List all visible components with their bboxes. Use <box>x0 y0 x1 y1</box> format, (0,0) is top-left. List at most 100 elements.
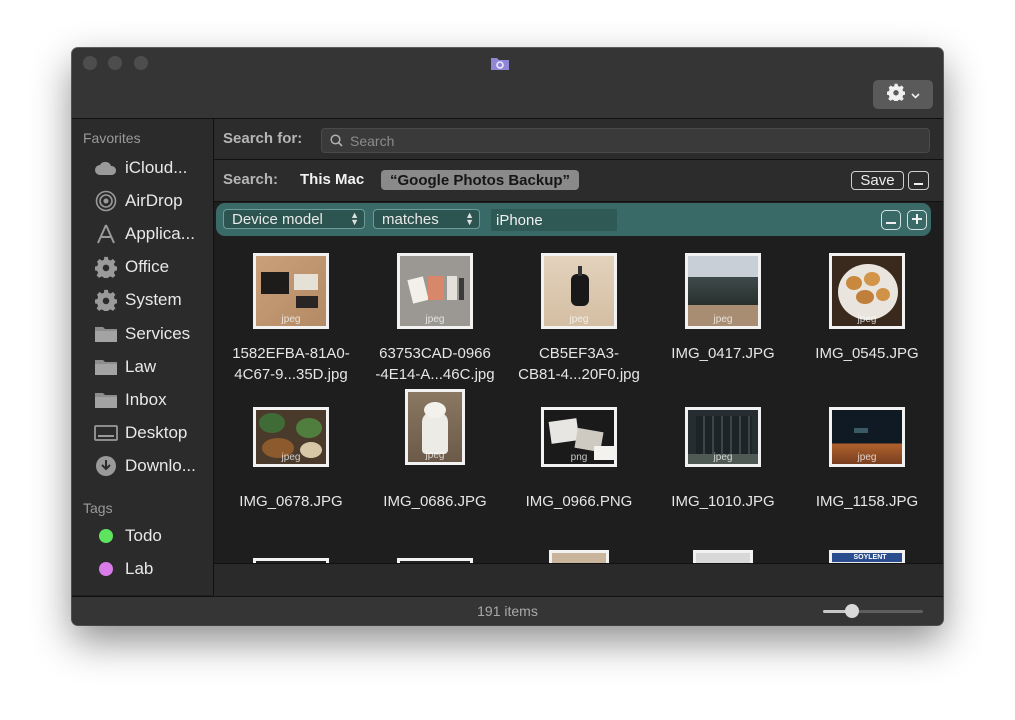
remove-search-button[interactable] <box>908 171 929 190</box>
sidebar-item-icloud[interactable]: iCloud... <box>94 155 187 181</box>
file-item[interactable]: jpeg IMG_1158.JPG <box>795 387 939 517</box>
file-name: IMG_0966.PNG <box>525 493 633 510</box>
action-menu-button[interactable] <box>873 80 933 109</box>
icon-size-slider[interactable] <box>823 604 923 618</box>
item-count: 191 items <box>477 603 538 619</box>
file-type-label: jpeg <box>713 314 733 325</box>
sidebar-item-services[interactable]: Services <box>94 321 190 347</box>
status-bar: 191 items <box>72 596 943 625</box>
cloud-icon <box>94 157 118 179</box>
search-criteria-rule: Device model ▲ ▼ matches ▲ ▼ iPhone <box>216 203 931 236</box>
minus-icon <box>914 172 923 190</box>
soylent-label: SOYLENT <box>832 553 902 562</box>
applications-icon <box>94 223 118 245</box>
file-thumbnail: jpeg <box>829 407 905 467</box>
sidebar-item-desktop[interactable]: Desktop <box>94 420 187 446</box>
search-icon <box>330 134 343 147</box>
airdrop-icon <box>94 190 118 212</box>
scope-google-photos-backup[interactable]: “Google Photos Backup” <box>381 170 580 190</box>
file-thumbnail: jpeg <box>685 407 761 467</box>
file-icon-grid: jpeg 1582EFBA-81A0- 4C67-9...35D.jpg jpeg… <box>214 237 943 563</box>
attribute-popup[interactable]: Device model ▲ ▼ <box>223 209 365 229</box>
sidebar-item-inbox[interactable]: Inbox <box>94 387 167 413</box>
sidebar-item-label: Applica... <box>125 224 195 243</box>
sidebar-item-label: Services <box>125 324 191 343</box>
desktop-icon <box>94 422 118 444</box>
file-name: IMG_1010.JPG <box>671 493 775 510</box>
file-name: 63753CAD-0966 -4E14-A...46C.jpg <box>375 345 495 383</box>
file-thumbnail: jpeg <box>829 253 905 329</box>
sidebar-item-system[interactable]: System <box>94 287 182 313</box>
tags-header: Tags <box>83 500 113 516</box>
minimize-window-button[interactable] <box>108 56 122 70</box>
file-item[interactable] <box>219 537 363 563</box>
sidebar-item-label: System <box>125 290 182 309</box>
file-name: CB5EF3A3- CB81-4...20F0.jpg <box>518 345 640 383</box>
sidebar-item-airdrop[interactable]: AirDrop <box>94 188 183 214</box>
todo-tag-dot <box>99 529 113 543</box>
sidebar-item-tag-lab[interactable]: Lab <box>94 556 153 582</box>
file-type-label: jpeg <box>713 452 733 463</box>
zoom-window-button[interactable] <box>134 56 148 70</box>
sidebar-item-downloads[interactable]: Downlo... <box>94 453 196 479</box>
sidebar-item-label: Desktop <box>125 423 188 442</box>
rule-value-field[interactable]: iPhone <box>491 209 617 231</box>
main-pane: Search for: Search: This Mac “Google Pho… <box>214 119 943 596</box>
file-thumbnail: png <box>541 407 617 467</box>
gear-icon <box>94 256 118 278</box>
file-type-label: jpeg <box>425 314 445 325</box>
attribute-popup-label: Device model <box>232 210 323 228</box>
file-name: IMG_0686.JPG <box>383 493 487 510</box>
scope-this-mac[interactable]: This Mac <box>300 171 364 188</box>
sidebar-item-label: Law <box>125 357 157 376</box>
file-thumbnail: jpeg <box>685 253 761 329</box>
search-input[interactable] <box>350 132 910 149</box>
slider-knob[interactable] <box>845 604 859 618</box>
file-item[interactable]: jpeg 63753CAD-0966 -4E14-A...46C.jpg <box>363 237 507 383</box>
remove-rule-button[interactable] <box>881 210 901 230</box>
file-item[interactable]: jpeg IMG_1010.JPG <box>651 387 795 517</box>
file-item[interactable] <box>507 537 651 563</box>
file-item[interactable]: jpeg IMG_0686.JPG <box>363 387 507 517</box>
search-field-container[interactable] <box>321 128 930 153</box>
operator-popup[interactable]: matches ▲ ▼ <box>373 209 480 229</box>
file-type-label: jpeg <box>281 452 301 463</box>
gear-icon <box>94 289 118 311</box>
title-bar <box>72 48 943 119</box>
file-thumbnail: jpeg <box>397 253 473 329</box>
folder-icon <box>94 356 118 378</box>
updown-chevron-icon: ▲ ▼ <box>465 210 474 227</box>
add-rule-button[interactable] <box>907 210 927 230</box>
file-item[interactable]: jpeg IMG_0417.JPG <box>651 237 795 377</box>
file-name: IMG_0678.JPG <box>239 493 343 510</box>
sidebar-item-label: AirDrop <box>125 191 183 210</box>
sidebar-item-label: iCloud... <box>125 158 188 177</box>
sidebar: Favorites iCloud... AirDrop Applica... O… <box>72 119 214 595</box>
chevron-down-icon <box>910 86 920 104</box>
file-item[interactable]: jpeg IMG_0678.JPG <box>219 387 363 517</box>
close-window-button[interactable] <box>83 56 97 70</box>
file-thumbnail: jpeg <box>405 389 465 465</box>
file-type-label: jpeg <box>569 314 589 325</box>
sidebar-item-law[interactable]: Law <box>94 354 156 380</box>
file-item[interactable] <box>651 537 795 563</box>
file-item[interactable]: jpeg 1582EFBA-81A0- 4C67-9...35D.jpg <box>219 237 363 383</box>
gear-icon <box>886 83 905 106</box>
save-button[interactable]: Save <box>851 171 904 190</box>
file-item[interactable] <box>363 537 507 563</box>
sidebar-item-label: Office <box>125 257 170 276</box>
file-item[interactable]: SOYLENT <box>795 537 939 563</box>
search-scope-row: Search: This Mac “Google Photos Backup” … <box>214 160 943 202</box>
horizontal-scroll-area[interactable] <box>214 563 943 596</box>
sidebar-item-label: Lab <box>125 559 154 578</box>
file-item[interactable]: jpeg CB5EF3A3- CB81-4...20F0.jpg <box>507 237 651 383</box>
file-name: 1582EFBA-81A0- 4C67-9...35D.jpg <box>232 345 350 383</box>
file-type-label: png <box>570 452 588 463</box>
file-item[interactable]: png IMG_0966.PNG <box>507 387 651 517</box>
sidebar-item-office[interactable]: Office <box>94 254 169 280</box>
file-type-label: jpeg <box>857 314 877 325</box>
sidebar-item-applications[interactable]: Applica... <box>94 221 195 247</box>
file-item[interactable]: jpeg IMG_0545.JPG <box>795 237 939 377</box>
sidebar-item-tag-todo[interactable]: Todo <box>94 523 162 549</box>
tag-color-dot <box>94 558 118 580</box>
